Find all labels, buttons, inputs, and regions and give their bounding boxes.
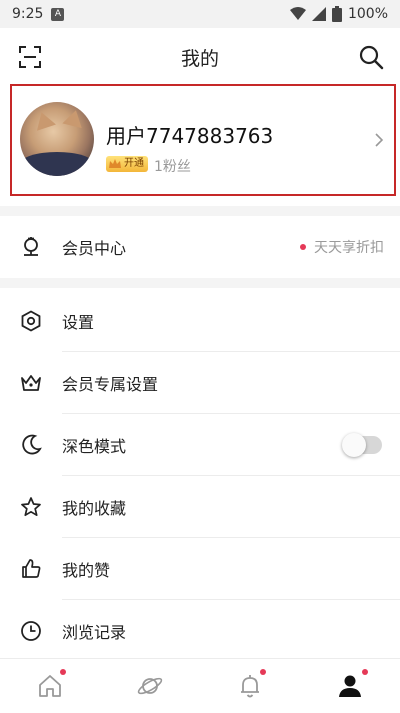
page-title: 我的 [180,47,219,70]
wifi-icon [289,7,306,20]
moon-icon [22,434,42,455]
tab-profile[interactable] [300,659,400,713]
bottom-tab-bar [0,658,400,713]
status-right: 100% [289,6,388,22]
vip-settings-row[interactable]: 会员专属设置 [0,352,400,414]
scan-icon[interactable] [18,45,42,69]
clock-icon [21,621,41,641]
favorites-row[interactable]: 我的收藏 [0,476,400,538]
member-crown-icon [24,237,38,256]
history-row[interactable]: 浏览记录 [0,600,400,662]
likes-row[interactable]: 我的赞 [0,538,400,600]
member-center-row[interactable]: 会员中心 天天享折扣 [0,216,400,278]
favorites-label: 我的收藏 [62,499,127,518]
likes-label: 我的赞 [62,561,111,580]
thumbs-up-icon [22,559,41,578]
settings-label: 设置 [62,313,95,332]
home-icon [39,675,61,697]
avatar[interactable] [20,102,94,176]
status-bar: 9:25 A 100% [0,0,400,28]
profile-red-dot [362,669,368,675]
dark-mode-label: 深色模式 [62,437,127,456]
member-center-hint: 天天享折扣 [300,237,384,257]
bell-icon [241,675,259,698]
member-center-hint-text: 天天享折扣 [314,240,384,256]
member-center-label: 会员中心 [62,239,127,258]
fans-count[interactable]: 1粉丝 [154,156,191,176]
star-icon [21,497,41,517]
section-divider [0,278,400,288]
red-dot [300,244,306,250]
signal-icon [311,7,326,21]
chevron-right-icon [375,133,384,147]
toggle-knob [342,433,366,457]
history-label: 浏览记录 [62,623,127,642]
status-time: 9:25 [12,6,44,22]
section-divider [0,206,400,216]
crown-icon [109,159,121,168]
home-red-dot [60,669,66,675]
top-bar: 我的 [0,28,400,86]
vip-settings-label: 会员专属设置 [62,375,159,394]
battery-percent: 100% [347,6,388,22]
status-left: 9:25 A [12,6,65,22]
tab-home[interactable] [0,659,100,713]
planet-icon [137,677,163,695]
hexagon-settings-icon [21,310,41,332]
bell-red-dot [260,669,266,675]
profile-icon [339,675,361,697]
profile-card[interactable]: 用户7747883763 开通 1粉丝 [10,84,396,196]
username: 用户7747883763 [106,124,274,148]
search-icon[interactable] [358,44,384,70]
vip-crown-icon [21,375,41,391]
notification-icon: A [51,7,65,21]
vip-badge[interactable]: 开通 [106,156,148,172]
dark-mode-row: 深色模式 [0,414,400,476]
tab-notifications[interactable] [200,659,300,713]
vip-badge-label: 开通 [124,158,144,169]
settings-row[interactable]: 设置 [0,290,400,352]
dark-mode-toggle[interactable] [342,433,382,457]
battery-icon [331,6,342,22]
tab-discover[interactable] [100,659,200,713]
